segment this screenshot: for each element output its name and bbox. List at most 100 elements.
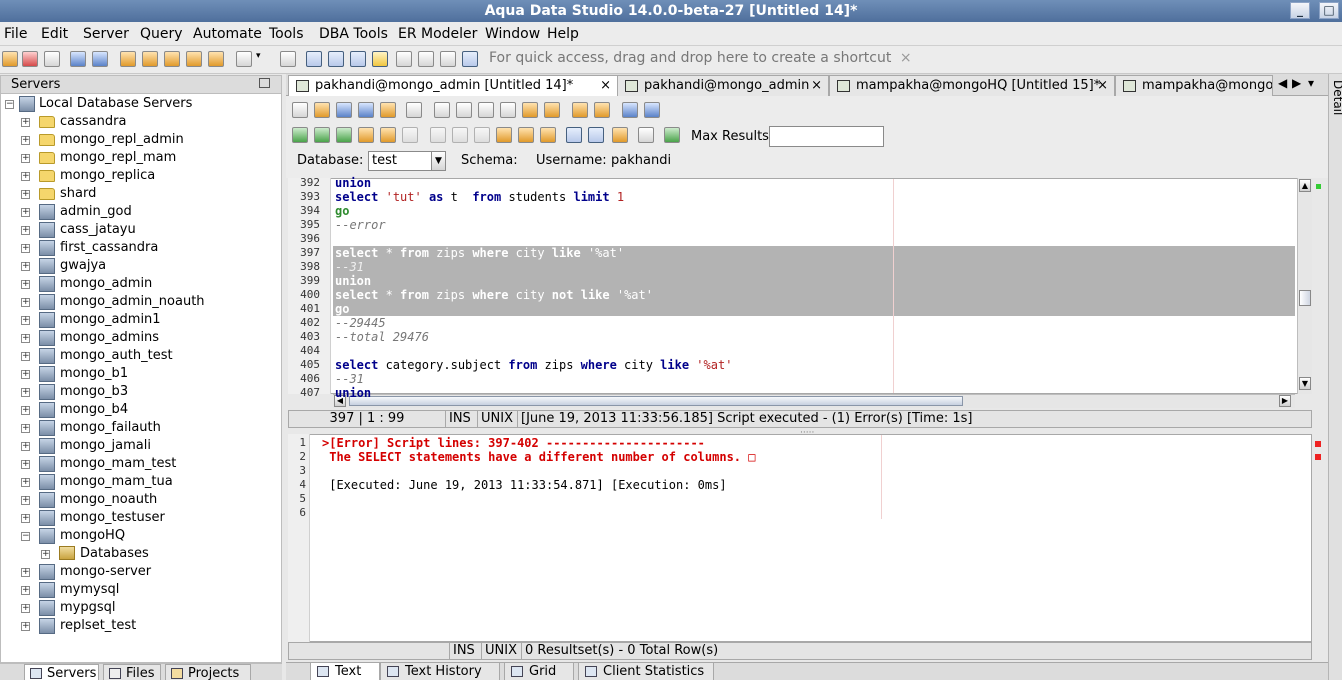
execute-icon[interactable] bbox=[314, 127, 330, 143]
tree-item[interactable]: + admin_god bbox=[1, 203, 281, 221]
remove-server-icon[interactable] bbox=[22, 51, 38, 67]
tree-item[interactable]: + mongo_mam_test bbox=[1, 455, 281, 473]
expand-icon[interactable]: + bbox=[21, 370, 30, 379]
expand-icon[interactable]: + bbox=[21, 208, 30, 217]
query-window-icon[interactable] bbox=[120, 51, 136, 67]
terminal-icon[interactable] bbox=[664, 127, 680, 143]
tab-editor-mongo-admin[interactable]: pakhandi@mongo_admin × bbox=[617, 75, 829, 96]
commit-icon[interactable] bbox=[430, 127, 446, 143]
expand-icon[interactable]: + bbox=[21, 406, 30, 415]
maximize-button[interactable]: □ bbox=[1319, 2, 1339, 19]
menu-dba-tools[interactable]: DBA Tools bbox=[319, 26, 388, 42]
calculator-icon[interactable] bbox=[638, 127, 654, 143]
tree-item[interactable]: + mongo_admin_noauth bbox=[1, 293, 281, 311]
layout-7-icon[interactable] bbox=[440, 51, 456, 67]
layout-5-icon[interactable] bbox=[396, 51, 412, 67]
collapse-icon[interactable]: − bbox=[21, 532, 30, 541]
history-icon[interactable] bbox=[280, 51, 296, 67]
tree-item[interactable]: + replset_test bbox=[1, 617, 281, 635]
new-server-icon[interactable] bbox=[2, 51, 18, 67]
layout-2-icon[interactable] bbox=[328, 51, 344, 67]
query-analyzer-icon[interactable] bbox=[142, 51, 158, 67]
tab-editor-untitled-15[interactable]: mampakha@mongoHQ [Untitled 15]* × bbox=[829, 75, 1115, 96]
compare-icon[interactable] bbox=[208, 51, 224, 67]
tab-projects[interactable]: Projects bbox=[165, 664, 251, 680]
tab-text[interactable]: Text bbox=[310, 663, 380, 680]
expand-icon[interactable]: + bbox=[21, 604, 30, 613]
save-as-icon[interactable] bbox=[358, 102, 374, 118]
tree-item[interactable]: + mongo_noauth bbox=[1, 491, 281, 509]
query-builder-icon[interactable] bbox=[496, 127, 512, 143]
results-icon[interactable] bbox=[540, 127, 556, 143]
rollback-icon[interactable] bbox=[452, 127, 468, 143]
chevron-down-icon[interactable]: ▾ bbox=[256, 51, 266, 67]
schema-browser-icon[interactable] bbox=[186, 51, 202, 67]
tree-item[interactable]: + mongo_failauth bbox=[1, 419, 281, 437]
expand-icon[interactable]: + bbox=[21, 514, 30, 523]
expand-icon[interactable]: + bbox=[21, 568, 30, 577]
expand-icon[interactable]: + bbox=[21, 244, 30, 253]
expand-icon[interactable]: + bbox=[21, 262, 30, 271]
tree-item[interactable]: + mongo_replica bbox=[1, 167, 281, 185]
expand-icon[interactable]: + bbox=[21, 136, 30, 145]
tree-item[interactable]: + mongo_b4 bbox=[1, 401, 281, 419]
tree-item[interactable]: + cass_jatayu bbox=[1, 221, 281, 239]
connect-icon[interactable] bbox=[70, 51, 86, 67]
server-properties-icon[interactable] bbox=[44, 51, 60, 67]
upper-case-icon[interactable] bbox=[622, 102, 638, 118]
tab-editor-untitled-14[interactable]: pakhandi@mongo_admin [Untitled 14]* × bbox=[288, 75, 618, 96]
tree-item[interactable]: + first_cassandra bbox=[1, 239, 281, 257]
open-folder-icon[interactable] bbox=[314, 102, 330, 118]
close-tab-icon[interactable]: × bbox=[1097, 76, 1108, 96]
execute-explain-icon[interactable] bbox=[380, 127, 396, 143]
tab-editor-mongohq[interactable]: mampakha@mongoHQ bbox=[1115, 75, 1273, 96]
collapse-icon[interactable]: − bbox=[5, 100, 14, 109]
split-results-icon[interactable] bbox=[566, 127, 582, 143]
copy-icon[interactable] bbox=[478, 102, 494, 118]
auto-commit-icon[interactable] bbox=[474, 127, 490, 143]
options-icon[interactable] bbox=[236, 51, 252, 67]
tab-text-history[interactable]: Text History bbox=[380, 663, 500, 680]
new-icon[interactable] bbox=[292, 102, 308, 118]
database-select[interactable]: test ▼ bbox=[368, 151, 446, 171]
tab-servers[interactable]: Servers bbox=[24, 664, 99, 680]
restore-icon[interactable] bbox=[259, 78, 270, 88]
close-tab-icon[interactable]: × bbox=[811, 76, 822, 96]
minimize-button[interactable]: _ bbox=[1290, 2, 1310, 19]
expand-icon[interactable]: + bbox=[21, 298, 30, 307]
cut-icon[interactable] bbox=[456, 102, 472, 118]
redo-icon[interactable] bbox=[544, 102, 560, 118]
max-results-input[interactable] bbox=[769, 126, 884, 147]
expand-icon[interactable]: + bbox=[21, 424, 30, 433]
execute-script-icon[interactable] bbox=[292, 127, 308, 143]
layout-4-icon[interactable] bbox=[372, 51, 388, 67]
scroll-down-icon[interactable]: ▼ bbox=[1299, 377, 1311, 390]
tab-client-statistics[interactable]: Client Statistics bbox=[578, 663, 714, 680]
tree-item[interactable]: + mongo_admins bbox=[1, 329, 281, 347]
close-icon[interactable]: × bbox=[900, 50, 912, 66]
tab-files[interactable]: Files bbox=[103, 664, 161, 680]
tree-root-local-servers[interactable]: − Local Database Servers bbox=[1, 95, 281, 113]
expand-icon[interactable]: + bbox=[21, 154, 30, 163]
paste-icon[interactable] bbox=[500, 102, 516, 118]
expand-icon[interactable]: + bbox=[21, 334, 30, 343]
tree-item[interactable]: + mongo_admin1 bbox=[1, 311, 281, 329]
expand-icon[interactable]: + bbox=[21, 460, 30, 469]
tab-scroll-right-icon[interactable]: ▶ bbox=[1292, 76, 1301, 90]
format-options-icon[interactable] bbox=[594, 102, 610, 118]
save-all-icon[interactable] bbox=[380, 102, 396, 118]
horizontal-scroll-thumb[interactable] bbox=[349, 396, 963, 406]
expand-icon[interactable]: + bbox=[21, 586, 30, 595]
tree-item[interactable]: + mongo-server bbox=[1, 563, 281, 581]
close-tab-icon[interactable]: × bbox=[600, 76, 611, 96]
expand-icon[interactable]: + bbox=[21, 172, 30, 181]
editor-horizontal-scrollbar[interactable]: ◀ ▶ bbox=[333, 394, 1295, 408]
layout-8-icon[interactable] bbox=[462, 51, 478, 67]
tree-item[interactable]: + mongo_b3 bbox=[1, 383, 281, 401]
stop-icon[interactable] bbox=[402, 127, 418, 143]
tree-item[interactable]: + mongo_testuser bbox=[1, 509, 281, 527]
menu-tools[interactable]: Tools bbox=[269, 26, 304, 42]
tree-item[interactable]: − mongoHQ bbox=[1, 527, 281, 545]
expand-icon[interactable]: + bbox=[21, 118, 30, 127]
menu-query[interactable]: Query bbox=[140, 26, 183, 42]
